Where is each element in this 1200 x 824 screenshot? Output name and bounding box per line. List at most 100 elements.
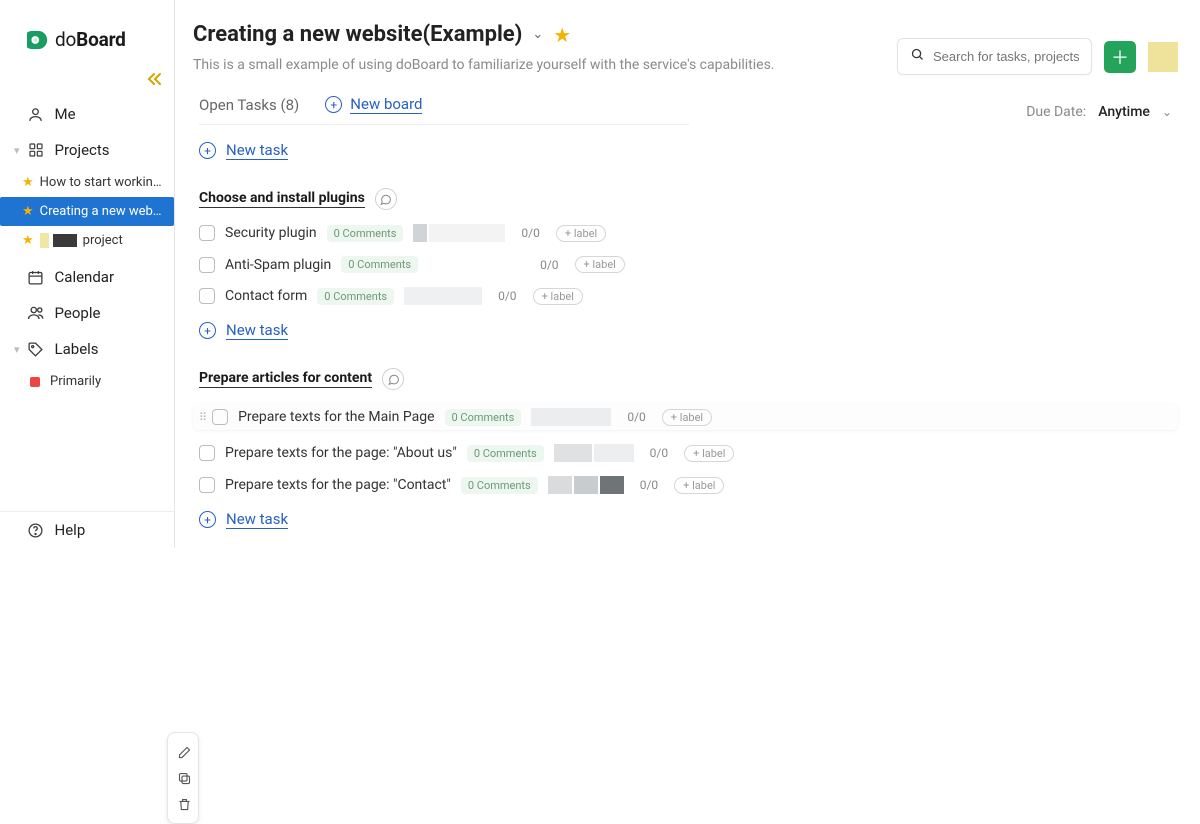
ratio: 0/0 — [521, 226, 539, 240]
drag-handle-icon[interactable]: ⠿ — [199, 411, 206, 424]
content: Open Tasks (8) + New board + New task Ch… — [175, 73, 1200, 529]
group-title[interactable]: Prepare articles for content — [199, 370, 372, 388]
task-row[interactable]: Prepare texts for the page: "About us" 0… — [199, 444, 1178, 462]
search-input-wrap[interactable] — [897, 38, 1092, 75]
sidebar-item-calendar[interactable]: ▸ Calendar — [0, 259, 174, 295]
project-label: Creating a new web… — [40, 204, 162, 219]
checkbox[interactable] — [199, 225, 215, 241]
task-name: Anti-Spam plugin — [225, 257, 331, 273]
plus-circle-icon: + — [199, 511, 216, 528]
label-dot-icon — [30, 377, 40, 387]
sidebar-item-help[interactable]: ▸ Help — [0, 512, 174, 548]
due-value: Anytime — [1098, 104, 1150, 120]
plus-icon: ＋ — [1111, 44, 1129, 70]
person-icon — [27, 105, 45, 123]
sidebar-item-primarily[interactable]: Primarily — [0, 367, 174, 396]
task-name: Prepare texts for the Main Page — [238, 409, 434, 425]
new-board-button[interactable]: + New board — [325, 95, 422, 114]
add-label-button[interactable]: + label — [556, 225, 606, 242]
due-date-filter[interactable]: Due Date: Anytime ⌄ — [1026, 104, 1172, 120]
comments-badge[interactable]: 0 Comments — [461, 477, 538, 494]
checkbox[interactable] — [199, 445, 215, 461]
progress-bars — [413, 224, 505, 242]
logo-icon — [27, 29, 49, 51]
color-swatch-dark — [53, 234, 77, 247]
task-row[interactable]: Anti-Spam plugin 0 Comments 0/0 + label — [199, 256, 1178, 273]
sidebar-item-creating-new-web[interactable]: ★ Creating a new web… — [0, 197, 174, 226]
sidebar-item-how-to-start[interactable]: ★ How to start workin… — [0, 168, 174, 197]
primarily-label: Primarily — [50, 374, 101, 389]
plus-circle-icon: + — [199, 322, 216, 339]
new-task-label: New task — [226, 141, 288, 160]
due-label: Due Date: — [1026, 104, 1086, 120]
ratio: 0/0 — [540, 258, 558, 272]
sidebar-item-project[interactable]: ★ project — [0, 226, 174, 255]
edit-icon[interactable] — [174, 739, 194, 765]
new-task-button[interactable]: + New task — [199, 321, 1178, 340]
logo-text: doBoard — [55, 28, 126, 51]
chevron-down-icon: ⌄ — [1162, 105, 1172, 119]
help-icon — [27, 521, 45, 539]
task-name: Prepare texts for the page: "Contact" — [225, 477, 451, 493]
ratio: 0/0 — [640, 478, 658, 492]
comments-badge[interactable]: 0 Comments — [327, 225, 404, 242]
ratio: 0/0 — [627, 410, 645, 424]
star-icon[interactable]: ★ — [553, 23, 571, 47]
chevron-down-icon: ▾ — [14, 144, 20, 157]
sidebar-item-me[interactable]: ▸ Me — [0, 96, 174, 132]
chat-icon[interactable] — [375, 188, 397, 210]
people-icon — [27, 304, 45, 322]
sidebar-item-projects[interactable]: ▾ Projects — [0, 132, 174, 168]
avatar[interactable] — [1148, 42, 1178, 72]
new-task-button[interactable]: + New task — [199, 510, 1178, 529]
checkbox[interactable] — [199, 288, 215, 304]
task-row[interactable]: Contact form 0 Comments 0/0 + label — [199, 287, 1178, 305]
copy-icon[interactable] — [174, 765, 194, 791]
comments-badge[interactable]: 0 Comments — [467, 445, 544, 462]
checkbox[interactable] — [199, 257, 215, 273]
group-title[interactable]: Choose and install plugins — [199, 190, 365, 208]
task-row[interactable]: Security plugin 0 Comments 0/0 + label — [199, 224, 1178, 242]
color-swatch — [40, 233, 49, 248]
sidebar-item-people[interactable]: ▸ People — [0, 295, 174, 331]
chat-icon[interactable] — [382, 368, 404, 390]
collapse-sidebar-icon[interactable] — [146, 72, 162, 90]
sidebar: doBoard ▸ Me ▾ Projects ★ How to start w… — [0, 0, 175, 548]
comments-badge[interactable]: 0 Comments — [445, 409, 522, 426]
project-label: How to start workin… — [40, 175, 162, 190]
task-name: Contact form — [225, 288, 307, 304]
add-label-button[interactable]: + label — [662, 409, 712, 426]
project-label: project — [83, 233, 123, 248]
task-row[interactable]: Prepare texts for the page: "Contact" 0 … — [199, 476, 1178, 494]
tabs: Open Tasks (8) + New board — [199, 95, 689, 125]
sidebar-item-labels[interactable]: ▾ Labels — [0, 331, 174, 367]
search-input[interactable] — [933, 49, 1079, 64]
task-name: Security plugin — [225, 225, 317, 241]
chevron-down-icon[interactable]: ⌄ — [532, 27, 543, 42]
task-row[interactable]: ⠿ Prepare texts for the Main Page 0 Comm… — [193, 404, 1178, 430]
grid-icon — [27, 141, 45, 159]
tab-open-tasks[interactable]: Open Tasks (8) — [199, 96, 299, 114]
tag-icon — [27, 340, 45, 358]
add-button[interactable]: ＋ — [1104, 41, 1136, 73]
checkbox[interactable] — [212, 409, 228, 425]
task-group-plugins: Choose and install plugins Security plug… — [199, 188, 1178, 340]
progress-bars — [554, 444, 634, 462]
checkbox[interactable] — [199, 477, 215, 493]
logo[interactable]: doBoard — [0, 0, 174, 71]
comments-badge[interactable]: 0 Comments — [341, 256, 418, 273]
new-task-button[interactable]: + New task — [199, 141, 1178, 160]
add-label-button[interactable]: + label — [684, 445, 734, 462]
add-label-button[interactable]: + label — [533, 288, 583, 305]
me-label: Me — [55, 105, 76, 123]
chevron-down-icon: ▾ — [14, 343, 20, 356]
calendar-icon — [27, 268, 45, 286]
trash-icon[interactable] — [174, 791, 194, 817]
add-label-button[interactable]: + label — [575, 256, 625, 273]
search-icon — [910, 47, 925, 66]
add-label-button[interactable]: + label — [674, 477, 724, 494]
comments-badge[interactable]: 0 Comments — [317, 288, 394, 305]
star-icon: ★ — [22, 204, 34, 219]
projects-label: Projects — [55, 141, 110, 159]
new-task-label: New task — [226, 510, 288, 529]
